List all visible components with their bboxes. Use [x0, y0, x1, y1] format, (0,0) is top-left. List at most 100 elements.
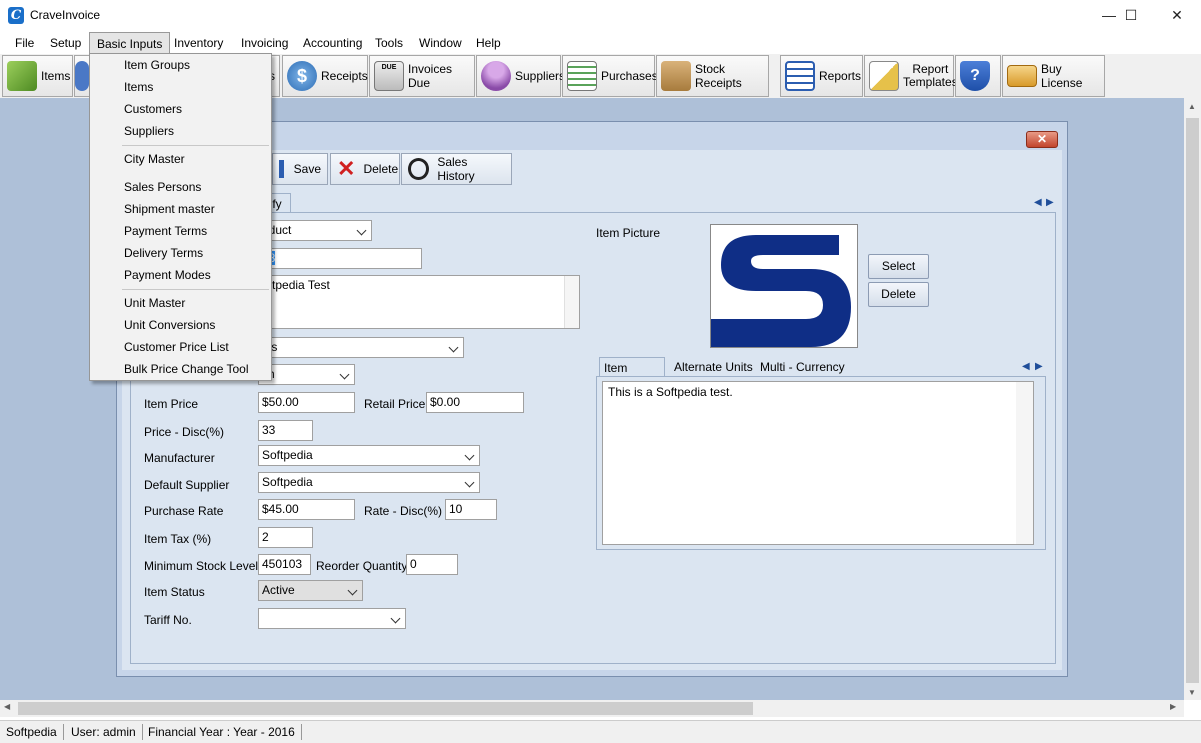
item-details-textarea[interactable]: This is a Softpedia test.: [602, 381, 1034, 545]
reorder-input[interactable]: 0: [406, 554, 458, 575]
toolbar-report-templates-button[interactable]: Report Templates: [864, 55, 958, 97]
tab-item-details[interactable]: Item Details: [599, 357, 665, 389]
default-supplier-label: Default Supplier: [144, 478, 230, 492]
select-picture-button[interactable]: Select: [868, 254, 929, 279]
menuitem-item-groups[interactable]: Item Groups: [124, 54, 190, 76]
sales-history-button[interactable]: Sales History: [401, 153, 512, 185]
price-disc-input[interactable]: 33: [258, 420, 313, 441]
retail-price-input[interactable]: $0.00: [426, 392, 524, 413]
menu-tools[interactable]: Tools: [368, 32, 410, 54]
license-card-icon: [1007, 65, 1037, 87]
menuitem-unit-conversions[interactable]: Unit Conversions: [124, 314, 215, 336]
item-group-select[interactable]: sts: [258, 337, 464, 358]
toolbar-reports-button[interactable]: Reports: [780, 55, 863, 97]
tab-scroll-right-icon[interactable]: ▶: [1046, 197, 1054, 208]
delete-record-button[interactable]: ✕ Delete: [330, 153, 400, 185]
menu-accounting[interactable]: Accounting: [296, 32, 369, 54]
details-scrollbar[interactable]: [1016, 382, 1033, 544]
menuitem-shipment-master[interactable]: Shipment master: [124, 198, 215, 220]
menuitem-items[interactable]: Items: [124, 76, 153, 98]
horizontal-scroll-thumb[interactable]: [18, 702, 753, 715]
item-tax-input[interactable]: 2: [258, 527, 313, 548]
toolbar-purchases-button[interactable]: Purchases: [562, 55, 658, 97]
delete-picture-button[interactable]: Delete: [868, 282, 929, 307]
default-supplier-select[interactable]: Softpedia: [258, 472, 480, 493]
min-stock-input[interactable]: 450103: [258, 554, 311, 575]
menu-file[interactable]: File: [8, 32, 41, 54]
save-button[interactable]: Save: [272, 153, 328, 185]
item-picture-label: Item Picture: [596, 226, 661, 240]
help-shield-icon: ?: [960, 61, 990, 91]
supplier-person-icon: [481, 61, 511, 91]
toolbar-buy-license-button[interactable]: Buy License: [1002, 55, 1105, 97]
tab-alternate-units[interactable]: Alternate Units: [674, 360, 753, 374]
horizontal-scrollbar[interactable]: ◀ ▶: [0, 700, 1184, 717]
item-status-label: Item Status: [144, 585, 205, 599]
toolbar-items-button[interactable]: Items: [2, 55, 73, 97]
menuitem-payment-modes[interactable]: Payment Modes: [124, 264, 211, 286]
item-status-select[interactable]: Active: [258, 580, 363, 601]
purchases-document-icon: [567, 61, 597, 91]
menu-inventory[interactable]: Inventory: [167, 32, 230, 54]
rate-disc-input[interactable]: 10: [445, 499, 497, 520]
detail-tab-right-icon[interactable]: ▶: [1035, 361, 1043, 372]
maximize-button[interactable]: ☐: [1108, 0, 1154, 30]
item-price-input[interactable]: $50.00: [258, 392, 355, 413]
toolbar-invoices-due-button[interactable]: DUE Invoices Due: [369, 55, 475, 97]
menuitem-sales-persons[interactable]: Sales Persons: [124, 176, 201, 198]
app-icon: C: [8, 7, 24, 24]
min-stock-label: Minimum Stock Level: [144, 559, 259, 573]
tab-multi-currency[interactable]: Multi - Currency: [760, 360, 845, 374]
menuitem-bulk-price-change[interactable]: Bulk Price Change Tool: [124, 358, 249, 380]
reports-list-icon: [785, 61, 815, 91]
item-code-input[interactable]: 08: [258, 248, 422, 269]
toolbar-help-button[interactable]: ?: [955, 55, 1001, 97]
menuitem-payment-terms[interactable]: Payment Terms: [124, 220, 207, 242]
close-button[interactable]: ✕: [1154, 0, 1200, 30]
vertical-scrollbar[interactable]: ▲ ▼: [1184, 98, 1201, 700]
reorder-label: Reorder Quantity: [316, 559, 408, 573]
rate-disc-label: Rate - Disc(%): [364, 504, 443, 518]
menuitem-delivery-terms[interactable]: Delivery Terms: [124, 242, 203, 264]
tab-scroll-left-icon[interactable]: ◀: [1034, 197, 1042, 208]
tariff-select[interactable]: [258, 608, 406, 629]
child-close-button[interactable]: ✕: [1026, 131, 1058, 148]
unit-select[interactable]: ch: [258, 364, 355, 385]
menu-help[interactable]: Help: [469, 32, 508, 54]
menuitem-unit-master[interactable]: Unit Master: [124, 292, 185, 314]
toolbar-receipts-button[interactable]: $ Receipts: [282, 55, 368, 97]
price-disc-label: Price - Disc(%): [144, 425, 224, 439]
toolbar-stock-receipts-button[interactable]: Stock Receipts: [656, 55, 769, 97]
retail-price-label: Retail Price: [364, 397, 426, 411]
menuitem-customers[interactable]: Customers: [124, 98, 182, 120]
vertical-scroll-thumb[interactable]: [1186, 118, 1199, 683]
menu-basic-inputs[interactable]: Basic Inputs: [89, 32, 171, 54]
manufacturer-select[interactable]: Softpedia: [258, 445, 480, 466]
status-user: User: admin: [65, 724, 143, 740]
menuitem-customer-price-list[interactable]: Customer Price List: [124, 336, 229, 358]
item-type-select[interactable]: oduct: [258, 220, 372, 241]
scroll-right-icon[interactable]: ▶: [1170, 702, 1176, 711]
status-company: Softpedia: [0, 724, 64, 740]
manufacturer-label: Manufacturer: [144, 451, 215, 465]
scroll-up-icon[interactable]: ▲: [1188, 102, 1196, 111]
menuitem-suppliers[interactable]: Suppliers: [124, 120, 174, 142]
menu-separator: [122, 145, 269, 146]
toolbar-suppliers-button[interactable]: Suppliers: [476, 55, 565, 97]
status-financial-year: Financial Year : Year - 2016: [142, 724, 302, 740]
item-description-textarea[interactable]: oftpedia Test: [258, 275, 580, 329]
purchase-rate-input[interactable]: $45.00: [258, 499, 355, 520]
menu-separator: [122, 289, 269, 290]
report-templates-icon: [869, 61, 899, 91]
softpedia-logo-image: [711, 235, 851, 347]
detail-tab-left-icon[interactable]: ◀: [1022, 361, 1030, 372]
tariff-label: Tariff No.: [144, 613, 192, 627]
scroll-down-icon[interactable]: ▼: [1188, 688, 1196, 697]
scroll-left-icon[interactable]: ◀: [4, 702, 10, 711]
menu-window[interactable]: Window: [412, 32, 469, 54]
item-tax-label: Item Tax (%): [144, 532, 212, 546]
menu-setup[interactable]: Setup: [43, 32, 88, 54]
menu-invoicing[interactable]: Invoicing: [234, 32, 295, 54]
description-scrollbar[interactable]: [564, 276, 579, 328]
menuitem-city-master[interactable]: City Master: [124, 148, 185, 170]
